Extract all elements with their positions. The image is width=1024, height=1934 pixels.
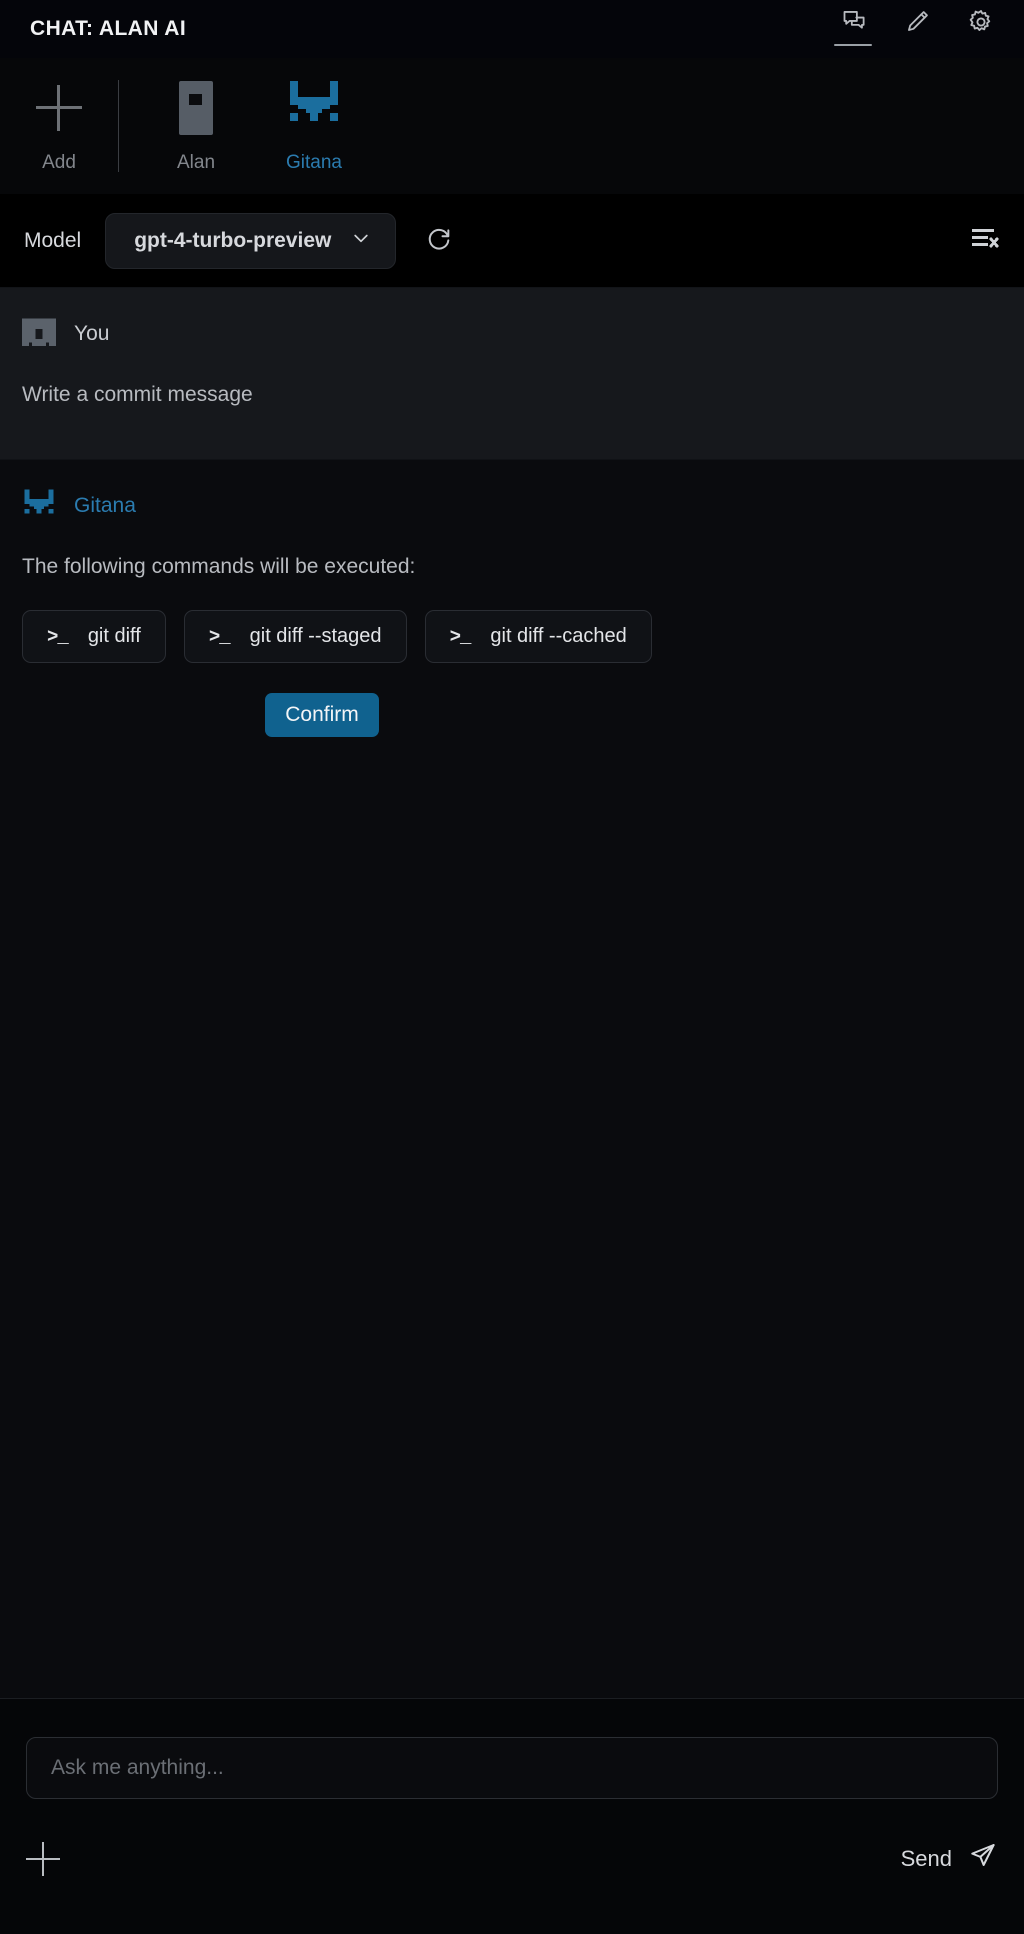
model-label: Model — [24, 228, 82, 252]
terminal-prompt-icon: >_ — [208, 625, 231, 648]
chats-icon-button[interactable] — [832, 4, 874, 54]
message-user: You Write a commit message — [0, 288, 1024, 460]
paper-plane-icon — [968, 1841, 998, 1876]
command-chip[interactable]: >_ git diff --cached — [424, 610, 652, 664]
message-user-header: You — [22, 314, 1002, 354]
gitana-avatar-icon-box — [287, 81, 341, 135]
add-attachment-button[interactable] — [26, 1841, 60, 1876]
title-bar: CHAT: ALAN AI — [0, 0, 1024, 58]
message-composer: Send — [0, 1698, 1024, 1934]
refresh-icon — [425, 224, 453, 257]
gitana-robot-icon — [286, 80, 342, 135]
edit-icon-button[interactable] — [896, 4, 938, 54]
model-selected-value: gpt-4-turbo-preview — [134, 228, 332, 252]
message-assistant-text: The following commands will be executed: — [22, 555, 416, 578]
chat-input[interactable] — [26, 1737, 998, 1799]
settings-gear-icon — [967, 8, 995, 36]
clear-chat-button[interactable] — [966, 224, 1002, 258]
chat-app-window: CHAT: ALAN AI Add Alan Gitana Model gpt-… — [0, 0, 1024, 1934]
command-chip-label: git diff — [87, 625, 141, 648]
clear-chat-icon — [969, 225, 999, 256]
model-bar: Model gpt-4-turbo-preview — [0, 194, 1024, 288]
agent-tab-gitana-label: Gitana — [286, 151, 342, 173]
alan-avatar-icon-box — [169, 80, 223, 135]
message-user-text: Write a commit message — [22, 383, 253, 406]
agent-tab-alan-label: Alan — [176, 151, 216, 173]
add-agent-label: Add — [42, 151, 76, 173]
composer-actions: Send — [26, 1841, 998, 1876]
command-chip-label: git diff --staged — [249, 625, 382, 648]
gitana-robot-icon — [22, 488, 56, 524]
confirm-button-row: Confirm — [22, 693, 1002, 738]
edit-icon — [904, 8, 931, 35]
command-chip[interactable]: >_ git diff — [22, 610, 166, 664]
conversation-panel[interactable]: You Write a commit message Gitana The fo… — [0, 288, 1024, 1698]
terminal-prompt-icon: >_ — [47, 625, 69, 648]
settings-gear-icon-button[interactable] — [960, 4, 1002, 54]
chats-icon — [840, 8, 867, 35]
agent-tab-alan[interactable]: Alan — [137, 58, 255, 194]
active-tab-indicator — [834, 44, 872, 46]
message-user-author: You — [74, 322, 110, 345]
alan-avatar-icon — [179, 80, 213, 135]
model-select-dropdown[interactable]: gpt-4-turbo-preview — [105, 212, 397, 269]
terminal-prompt-icon: >_ — [449, 625, 472, 648]
message-assistant: Gitana The following commands will be ex… — [0, 460, 1024, 1698]
plus-icon — [36, 84, 82, 131]
add-agent-icon-box — [32, 81, 86, 135]
user-pixel-avatar — [22, 318, 56, 350]
page-title: CHAT: ALAN AI — [30, 17, 187, 40]
send-button-label: Send — [900, 1845, 952, 1871]
agent-tab-divider — [118, 80, 119, 172]
chevron-down-icon — [351, 228, 371, 253]
send-button[interactable]: Send — [901, 1841, 998, 1876]
command-chip-label: git diff --cached — [490, 625, 627, 648]
command-chip-list: >_ git diff >_ git diff --staged >_ git … — [22, 610, 1002, 664]
message-assistant-header: Gitana — [22, 486, 1002, 526]
message-assistant-author: Gitana — [74, 494, 136, 517]
agent-tab-gitana[interactable]: Gitana — [255, 58, 373, 194]
add-agent-tab[interactable]: Add — [0, 58, 118, 194]
refresh-models-button[interactable] — [422, 224, 456, 258]
agent-tab-bar: Add Alan Gitana — [0, 58, 1024, 194]
titlebar-actions — [832, 4, 1002, 54]
command-chip[interactable]: >_ git diff --staged — [183, 610, 407, 664]
confirm-button[interactable]: Confirm — [265, 693, 379, 738]
